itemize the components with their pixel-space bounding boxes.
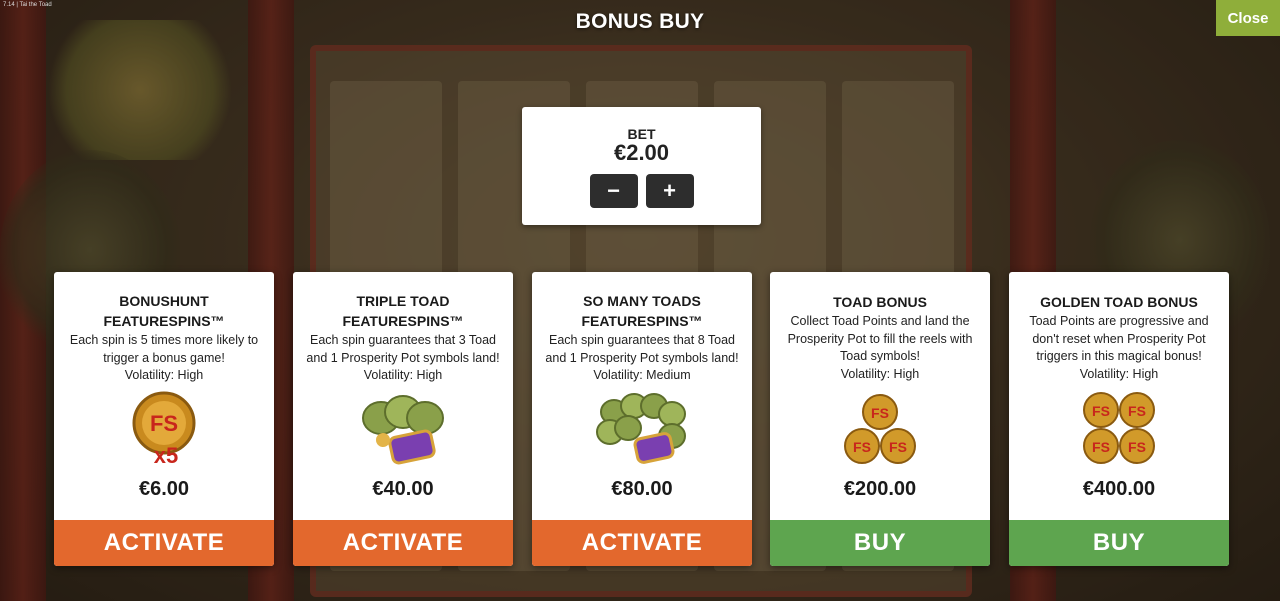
- card-title: GOLDEN TOAD BONUS: [1040, 294, 1198, 310]
- many-toads-pot-icon: [592, 390, 692, 468]
- card-price: €40.00: [372, 478, 434, 500]
- card-price: €6.00: [138, 478, 190, 500]
- version-label: 7.14 | Tai the Toad: [3, 2, 52, 8]
- card-title: TOAD BONUS: [833, 294, 927, 310]
- svg-text:FS: FS: [150, 411, 178, 436]
- svg-text:FS: FS: [1092, 439, 1110, 455]
- svg-text:FS: FS: [853, 439, 871, 455]
- four-fs-coins-icon: FS FS FS FS: [1069, 390, 1169, 468]
- svg-text:FS: FS: [1128, 403, 1146, 419]
- bonus-card-toad-bonus: TOAD BONUS Collect Toad Points and land …: [770, 272, 990, 566]
- svg-text:FS: FS: [871, 405, 889, 421]
- card-title: TRIPLE TOAD FEATURESPINS™: [342, 293, 464, 329]
- card-description: Toad Points are progressive and don't re…: [1029, 314, 1209, 381]
- three-fs-coins-icon: FS FS FS: [830, 392, 930, 470]
- three-toads-pot-icon: [353, 390, 453, 468]
- card-description: Each spin guarantees that 3 Toad and 1 P…: [306, 333, 500, 382]
- fs-x5-coin-icon: FS x5: [114, 389, 214, 468]
- card-price: €80.00: [611, 478, 673, 500]
- activate-button[interactable]: ACTIVATE: [532, 520, 752, 566]
- svg-text:FS: FS: [889, 439, 907, 455]
- activate-button[interactable]: ACTIVATE: [293, 520, 513, 566]
- bonus-card-triple-toad: TRIPLE TOAD FEATURESPINS™ Each spin guar…: [293, 272, 513, 566]
- page-title: BONUS BUY: [575, 10, 705, 33]
- close-button[interactable]: Close: [1216, 0, 1280, 36]
- card-description: Each spin guarantees that 8 Toad and 1 P…: [545, 333, 739, 382]
- bonus-card-so-many-toads: SO MANY TOADS FEATURESPINS™ Each spin gu…: [532, 272, 752, 566]
- card-title: SO MANY TOADS FEATURESPINS™: [581, 293, 703, 329]
- buy-button[interactable]: BUY: [770, 520, 990, 566]
- bet-value: €2.00: [613, 140, 670, 165]
- bonus-card-bonushunt: BONUSHUNT FEATURESPINS™ Each spin is 5 t…: [54, 272, 274, 566]
- card-title: BONUSHUNT FEATURESPINS™: [103, 293, 225, 329]
- card-description: Collect Toad Points and land the Prosper…: [787, 314, 973, 381]
- buy-button[interactable]: BUY: [1009, 520, 1229, 566]
- svg-text:FS: FS: [1092, 403, 1110, 419]
- card-price: €400.00: [1082, 478, 1156, 500]
- card-price: €200.00: [843, 478, 917, 500]
- bet-panel: BET €2.00 − +: [522, 107, 761, 225]
- svg-text:x5: x5: [154, 443, 178, 467]
- card-description: Each spin is 5 times more likely to trig…: [69, 333, 259, 382]
- bet-increase-button[interactable]: +: [645, 174, 694, 208]
- activate-button[interactable]: ACTIVATE: [54, 520, 274, 566]
- bonus-card-golden-toad-bonus: GOLDEN TOAD BONUS Toad Points are progre…: [1009, 272, 1229, 566]
- svg-text:FS: FS: [1128, 439, 1146, 455]
- bet-decrease-button[interactable]: −: [589, 174, 638, 208]
